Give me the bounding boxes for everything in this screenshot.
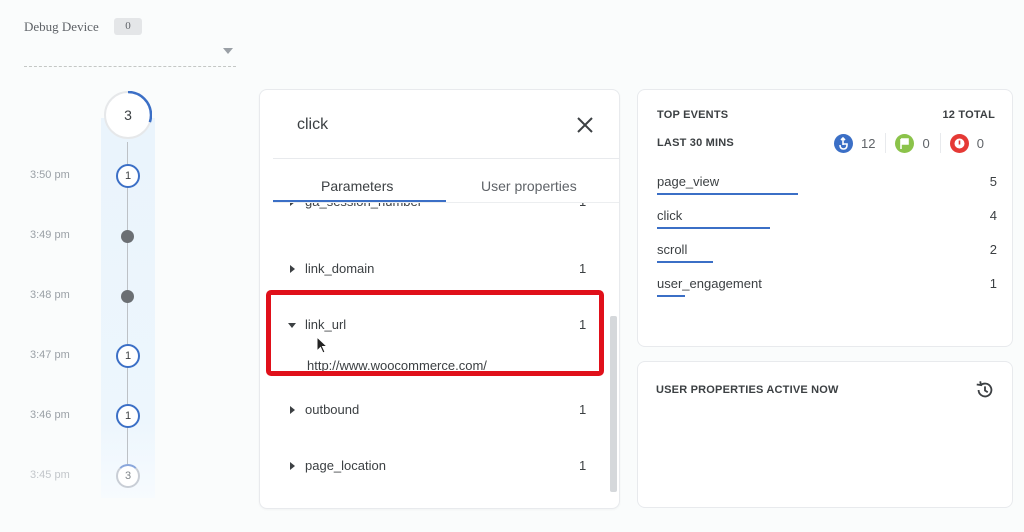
parameter-name: link_domain	[305, 261, 375, 276]
conversions-counter[interactable]: 0	[895, 133, 930, 153]
parameter-row[interactable]: outbound 1	[260, 400, 600, 424]
close-icon	[577, 117, 593, 133]
timeline-count-marker[interactable]: 3	[116, 464, 140, 488]
event-name: scroll	[657, 242, 688, 257]
expand-arrow-icon[interactable]	[290, 462, 295, 470]
timeline-entry[interactable]: 3:47 pm 1	[0, 343, 160, 369]
parameter-name: ga_session_number	[305, 203, 422, 209]
parameter-row[interactable]: ga_session_number 1	[260, 203, 600, 216]
event-count: 4	[989, 208, 997, 223]
separator	[885, 133, 887, 153]
event-count-bar	[657, 261, 714, 263]
debug-device-select[interactable]	[24, 40, 236, 67]
dropdown-caret-icon	[223, 48, 233, 54]
timeline-dot-marker[interactable]	[121, 290, 134, 303]
error-icon	[949, 133, 969, 153]
top-event-row[interactable]: page_view 5	[657, 174, 997, 200]
touch-icon	[834, 133, 853, 153]
event-count: 2	[989, 242, 997, 257]
event-count: 5	[989, 174, 997, 189]
timeline-time: 3:49 pm	[30, 229, 70, 241]
parameter-count: 1	[579, 203, 586, 209]
standard-events-counter[interactable]: 12	[834, 133, 876, 153]
event-count: 1	[989, 276, 997, 291]
timeline-time: 3:50 pm	[30, 169, 70, 181]
timeline-count-marker[interactable]: 1	[116, 344, 140, 368]
parameter-row[interactable]: page_location 1	[260, 456, 600, 480]
standard-events-count: 12	[861, 135, 876, 151]
errors-count: 0	[976, 135, 984, 151]
event-name: user_engagement	[657, 276, 762, 291]
event-title: click	[297, 116, 329, 133]
debug-device-label: Debug Device	[24, 19, 99, 34]
timeline-time: 3:47 pm	[30, 349, 70, 361]
user-properties-card: USER PROPERTIES ACTIVE NOW	[637, 361, 1013, 508]
top-events-card: TOP EVENTS 12 TOTAL LAST 30 MINS 12 0 0 …	[637, 89, 1013, 347]
expand-arrow-icon[interactable]	[290, 203, 295, 206]
tab-user-properties[interactable]: User properties	[481, 178, 577, 194]
expand-arrow-icon[interactable]	[290, 265, 295, 273]
event-count-bar	[657, 227, 770, 229]
timeline-dot-marker[interactable]	[121, 230, 134, 243]
highlight-annotation	[266, 290, 604, 376]
top-events-total: 12 TOTAL	[942, 109, 995, 121]
divider	[273, 158, 619, 159]
timeline-entry[interactable]: 3:45 pm 3	[0, 463, 160, 489]
expand-arrow-icon[interactable]	[290, 406, 295, 414]
time-range-label: LAST 30 MINS	[657, 137, 734, 149]
scrollbar[interactable]	[610, 316, 617, 492]
close-button[interactable]	[573, 113, 597, 137]
tab-parameters[interactable]: Parameters	[321, 178, 393, 194]
top-event-row[interactable]: user_engagement 1	[657, 276, 997, 302]
timeline-current-count: 3	[124, 107, 132, 123]
conversions-count: 0	[922, 135, 930, 151]
timeline-entry[interactable]: 3:48 pm	[0, 283, 160, 309]
parameter-count: 1	[579, 402, 587, 417]
top-event-row[interactable]: click 4	[657, 208, 997, 234]
timeline-entry[interactable]: 3:49 pm	[0, 223, 160, 249]
timeline-current-minute[interactable]: 3	[104, 91, 152, 139]
timeline-time: 3:46 pm	[30, 409, 70, 421]
event-name: page_view	[657, 174, 720, 189]
user-properties-title: USER PROPERTIES ACTIVE NOW	[656, 384, 839, 396]
timeline-time: 3:48 pm	[30, 289, 70, 301]
flag-icon	[895, 133, 915, 153]
separator	[939, 133, 941, 153]
timeline-count-marker[interactable]: 1	[116, 164, 140, 188]
parameter-name: outbound	[305, 402, 360, 417]
parameter-name: page_location	[305, 458, 386, 473]
event-count-bar	[657, 193, 798, 195]
history-button[interactable]	[974, 379, 996, 401]
top-event-row[interactable]: scroll 2	[657, 242, 997, 268]
event-name: click	[657, 208, 683, 223]
parameter-count: 1	[579, 458, 587, 473]
top-events-title: TOP EVENTS	[657, 109, 729, 121]
timeline-entry[interactable]: 3:46 pm 1	[0, 403, 160, 429]
mouse-cursor-icon	[316, 336, 329, 354]
timeline-entry[interactable]: 3:50 pm 1	[0, 163, 160, 189]
timeline-count-marker[interactable]: 1	[116, 404, 140, 428]
parameter-row[interactable]: link_domain 1	[260, 259, 600, 283]
event-type-counters: 12 0 0	[834, 132, 984, 154]
errors-counter[interactable]: 0	[949, 133, 984, 153]
parameter-count: 1	[579, 261, 587, 276]
history-icon	[976, 381, 993, 398]
debug-device-count-badge: 0	[114, 18, 142, 35]
event-count-bar	[657, 295, 686, 297]
timeline-time: 3:45 pm	[30, 469, 70, 481]
